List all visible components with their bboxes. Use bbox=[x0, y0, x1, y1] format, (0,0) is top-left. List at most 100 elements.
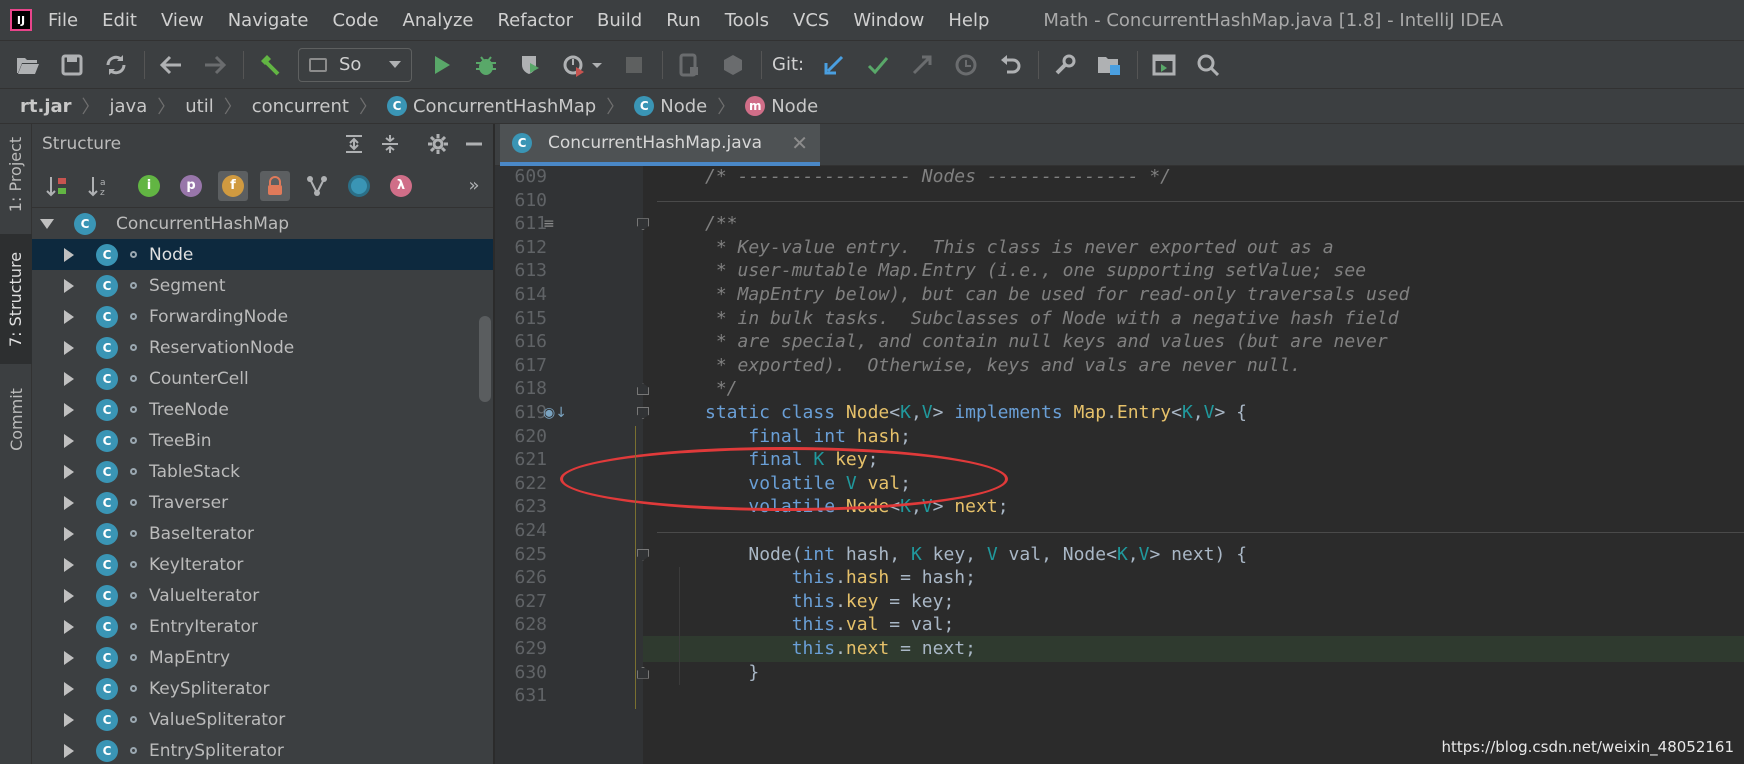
code-editor[interactable]: 609 /* ---------------- Nodes -----------… bbox=[495, 166, 1744, 764]
expand-arrow-icon[interactable] bbox=[64, 309, 74, 324]
code-line[interactable]: 628 this.val = val; bbox=[495, 612, 1744, 638]
expand-arrow-icon[interactable] bbox=[64, 681, 74, 696]
expand-arrow-icon[interactable] bbox=[64, 712, 74, 727]
expand-arrow-icon[interactable] bbox=[64, 402, 74, 417]
menu-help[interactable]: Help bbox=[948, 10, 989, 31]
hierarchy-icon[interactable] bbox=[302, 171, 332, 201]
tree-item-baseiterator[interactable]: C BaseIterator bbox=[32, 518, 493, 549]
code-line[interactable]: 627 this.key = key; bbox=[495, 589, 1744, 615]
tree-item-treebin[interactable]: C TreeBin bbox=[32, 425, 493, 456]
tree-item-mapentry[interactable]: C MapEntry bbox=[32, 642, 493, 673]
menu-code[interactable]: Code bbox=[332, 10, 378, 31]
package-icon[interactable] bbox=[717, 49, 749, 81]
doc-render-icon[interactable]: ≡ bbox=[543, 216, 555, 232]
code-line[interactable]: 609 /* ---------------- Nodes -----------… bbox=[495, 166, 1744, 190]
code-line[interactable]: 619 static class Node<K,V> implements Map… bbox=[495, 400, 1744, 426]
build-hammer-icon[interactable] bbox=[254, 49, 286, 81]
code-line[interactable]: 614 * MapEntry below), but can be used f… bbox=[495, 282, 1744, 308]
code-line[interactable]: 613 * user-mutable Map.Entry (i.e., one … bbox=[495, 258, 1744, 284]
menu-window[interactable]: Window bbox=[853, 10, 924, 31]
code-line[interactable]: 618 */ bbox=[495, 376, 1744, 402]
tree-item-entryiterator[interactable]: C EntryIterator bbox=[32, 611, 493, 642]
breadcrumb-item[interactable]: util bbox=[185, 96, 213, 117]
menu-refactor[interactable]: Refactor bbox=[497, 10, 573, 31]
sort-by-visibility-icon[interactable] bbox=[42, 171, 72, 201]
presentation-icon[interactable] bbox=[1148, 49, 1180, 81]
search-icon[interactable] bbox=[1192, 49, 1224, 81]
menu-edit[interactable]: Edit bbox=[102, 10, 137, 31]
vcs-push-icon[interactable] bbox=[906, 49, 938, 81]
menu-file[interactable]: File bbox=[48, 10, 78, 31]
tree-item-entryspliterator[interactable]: C EntrySpliterator bbox=[32, 735, 493, 764]
vcs-commit-icon[interactable] bbox=[862, 49, 894, 81]
menu-analyze[interactable]: Analyze bbox=[403, 10, 474, 31]
expand-arrow-icon[interactable] bbox=[64, 433, 74, 448]
breadcrumb-item[interactable]: C ConcurrentHashMap bbox=[386, 96, 596, 117]
show-properties-icon[interactable]: p bbox=[176, 171, 206, 201]
expand-arrow-icon[interactable] bbox=[64, 278, 74, 293]
tree-item-valuespliterator[interactable]: C ValueSpliterator bbox=[32, 704, 493, 735]
run-icon[interactable] bbox=[426, 49, 458, 81]
breadcrumb-item[interactable]: concurrent bbox=[252, 96, 349, 117]
tree-item-keyspliterator[interactable]: C KeySpliterator bbox=[32, 673, 493, 704]
history-icon[interactable] bbox=[950, 49, 982, 81]
expand-arrow-icon[interactable] bbox=[64, 340, 74, 355]
expand-arrow-icon[interactable] bbox=[64, 371, 74, 386]
tool-tab-commit[interactable]: Commit bbox=[0, 374, 32, 464]
sort-alphabetically-icon[interactable]: az bbox=[84, 171, 114, 201]
tree-item-segment[interactable]: C Segment bbox=[32, 270, 493, 301]
tree-root[interactable]: C ConcurrentHashMap bbox=[32, 208, 493, 239]
open-icon[interactable] bbox=[12, 49, 44, 81]
anonymous-classes-icon[interactable] bbox=[344, 171, 374, 201]
back-icon[interactable] bbox=[155, 49, 187, 81]
coverage-icon[interactable] bbox=[514, 49, 546, 81]
close-icon[interactable]: ✕ bbox=[791, 131, 808, 155]
code-line[interactable]: 620 final int hash; bbox=[495, 424, 1744, 450]
rollback-icon[interactable] bbox=[994, 49, 1026, 81]
code-line[interactable]: 617 * exported). Otherwise, keys and val… bbox=[495, 353, 1744, 379]
expand-arrow-icon[interactable] bbox=[64, 619, 74, 634]
structure-scrollbar[interactable] bbox=[479, 316, 491, 402]
show-non-public-icon[interactable] bbox=[260, 170, 290, 201]
tree-item-tablestack[interactable]: C TableStack bbox=[32, 456, 493, 487]
code-line[interactable]: 623 volatile Node<K,V> next; bbox=[495, 494, 1744, 520]
breadcrumb-item[interactable]: rt.jar bbox=[20, 96, 72, 117]
code-line[interactable]: 611 /** bbox=[495, 211, 1744, 237]
breadcrumb-item[interactable]: C Node bbox=[634, 96, 707, 117]
code-line[interactable]: 631 bbox=[495, 683, 1744, 709]
tab-concurrenthashmap[interactable]: C ConcurrentHashMap.java ✕ bbox=[500, 124, 820, 166]
debug-icon[interactable] bbox=[470, 49, 502, 81]
menu-navigate[interactable]: Navigate bbox=[228, 10, 309, 31]
implements-marker-icon[interactable]: ◉↓ bbox=[543, 405, 567, 421]
menu-run[interactable]: Run bbox=[666, 10, 701, 31]
code-line[interactable]: 616 * are special, and contain null keys… bbox=[495, 329, 1744, 355]
collapse-all-icon[interactable] bbox=[377, 131, 403, 157]
tree-item-valueiterator[interactable]: C ValueIterator bbox=[32, 580, 493, 611]
code-line[interactable]: 630 } bbox=[495, 660, 1744, 686]
expand-arrow-icon[interactable] bbox=[64, 526, 74, 541]
tree-item-node[interactable]: C Node bbox=[32, 239, 493, 270]
breadcrumb-item[interactable]: m Node bbox=[745, 96, 818, 117]
code-line[interactable]: 629 this.next = next; bbox=[495, 636, 1744, 662]
tree-item-countercell[interactable]: C CounterCell bbox=[32, 363, 493, 394]
gear-icon[interactable] bbox=[425, 131, 451, 157]
code-line[interactable]: 612 * Key-value entry. This class is nev… bbox=[495, 235, 1744, 261]
forward-icon[interactable] bbox=[199, 49, 231, 81]
expand-arrow-icon[interactable] bbox=[64, 495, 74, 510]
expand-arrow-icon[interactable] bbox=[64, 557, 74, 572]
minimize-icon[interactable] bbox=[461, 131, 487, 157]
tree-item-traverser[interactable]: C Traverser bbox=[32, 487, 493, 518]
stop-icon[interactable] bbox=[618, 49, 650, 81]
code-line[interactable]: 615 * in bulk tasks. Subclasses of Node … bbox=[495, 306, 1744, 332]
show-inherited-icon[interactable]: i bbox=[134, 171, 164, 201]
tree-item-forwardingnode[interactable]: C ForwardingNode bbox=[32, 301, 493, 332]
tree-item-keyiterator[interactable]: C KeyIterator bbox=[32, 549, 493, 580]
device-icon[interactable] bbox=[673, 49, 705, 81]
run-configuration-dropdown[interactable]: So bbox=[298, 47, 412, 82]
breadcrumb-item[interactable]: java bbox=[110, 96, 148, 117]
sync-icon[interactable] bbox=[100, 49, 132, 81]
code-line[interactable]: 621 final K key; bbox=[495, 447, 1744, 473]
lambdas-icon[interactable]: λ bbox=[386, 171, 416, 201]
save-icon[interactable] bbox=[56, 49, 88, 81]
tree-item-treenode[interactable]: C TreeNode bbox=[32, 394, 493, 425]
